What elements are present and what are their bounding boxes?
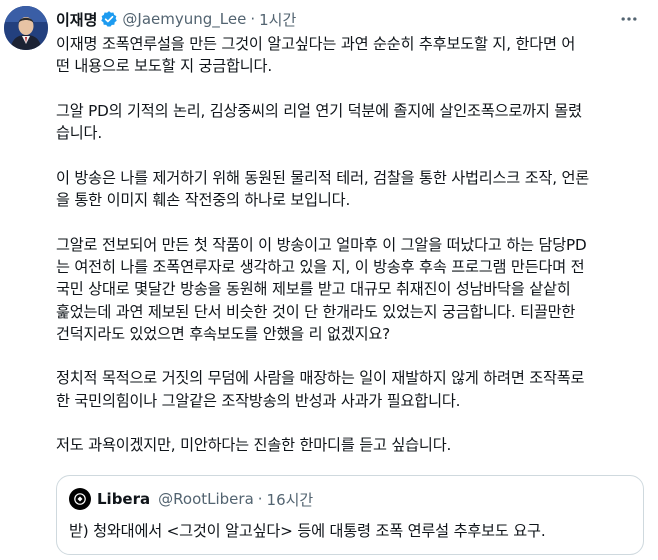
quoted-tweet[interactable]: Libera @RootLibera · 16시간 받) 청와대에서 <그것이 … <box>56 475 644 555</box>
text-line: 습니다. <box>56 124 102 143</box>
author-photo <box>4 6 48 50</box>
paragraph: 이재명 조폭연루설을 만든 그것이 알고싶다는 과연 순순히 추후보도할 지, … <box>56 33 646 78</box>
quoted-header-separator: · <box>257 490 263 508</box>
text-line: 이 방송은 나를 제거하기 위해 동원된 물리적 테러, 검찰을 통한 사법리스… <box>56 168 590 187</box>
text-line: 저도 과욕이겠지만, 미안하다는 진솔한 한마디를 듣고 싶습니다. <box>56 436 452 455</box>
paragraph: 이 방송은 나를 제거하기 위해 동원된 물리적 테러, 검찰을 통한 사법리스… <box>56 167 646 212</box>
more-horizontal-icon <box>621 17 637 21</box>
text-line: 그알 PD의 기적의 논리, 김상중씨의 리얼 연기 덕분에 졸지에 살인조폭으… <box>56 101 582 120</box>
author-handle[interactable]: @Jaemyung_Lee <box>122 10 246 28</box>
quoted-tweet-text: 받) 청와대에서 <그것이 알고싶다> 등에 대통령 조폭 연루설 추후보도 요… <box>69 522 546 540</box>
text-line: 국민 상대로 몇달간 방송을 동원해 제보를 받고 대규모 취재진이 성남바닥을… <box>56 280 571 299</box>
author-display-name[interactable]: 이재명 <box>56 9 97 30</box>
more-options-button[interactable] <box>614 6 644 32</box>
text-line: 훑었는데 과연 제보된 단서 비슷한 것이 단 한개라도 있었는지 궁금합니다.… <box>56 302 576 321</box>
verified-badge-icon <box>100 10 118 28</box>
paragraph: 정치적 목적으로 거짓의 무덤에 사람을 매장하는 일이 재발하지 않게 하려면… <box>56 367 646 412</box>
text-line: 떤 내용으로 보도할 지 궁금합니다. <box>56 57 272 76</box>
text-line: 을 통한 이미지 훼손 작전중의 하나로 보입니다. <box>56 191 351 210</box>
quoted-author-handle[interactable]: @RootLibera <box>158 490 254 508</box>
paragraph: 그알 PD의 기적의 논리, 김상중씨의 리얼 연기 덕분에 졸지에 살인조폭으… <box>56 100 646 145</box>
author-avatar[interactable] <box>4 6 48 50</box>
header-separator: · <box>250 10 256 28</box>
quoted-tweet-header: Libera @RootLibera · 16시간 <box>69 488 313 510</box>
tweet-header: 이재명 @Jaemyung_Lee · 1시간 <box>56 8 296 30</box>
libera-logo-icon[interactable] <box>69 488 91 510</box>
quoted-author-display-name[interactable]: Libera <box>97 490 150 508</box>
text-line: 이재명 조폭연루설을 만든 그것이 알고싶다는 과연 순순히 추후보도할 지, … <box>56 35 576 53</box>
tweet-text: 이재명 조폭연루설을 만든 그것이 알고싶다는 과연 순순히 추후보도할 지, … <box>56 33 646 457</box>
tweet[interactable]: 이재명 @Jaemyung_Lee · 1시간 이재명 조폭연루설을 만든 그것… <box>0 0 658 560</box>
quoted-tweet-timestamp[interactable]: 16시간 <box>267 489 314 510</box>
paragraph: 그알로 전보되어 만든 첫 작품이 이 방송이고 얼마후 이 그알을 떠났다고 … <box>56 234 646 345</box>
text-line: 한 국민의힘이나 그알같은 조작방송의 반성과 사과가 필요합니다. <box>56 391 461 410</box>
text-line: 그알로 전보되어 만든 첫 작품이 이 방송이고 얼마후 이 그알을 떠났다고 … <box>56 235 587 254</box>
text-line: 건덕지라도 있었으면 후속보도를 안했을 리 없겠지요? <box>56 324 390 343</box>
tweet-timestamp[interactable]: 1시간 <box>259 9 296 30</box>
paragraph: 저도 과욕이겠지만, 미안하다는 진솔한 한마디를 듣고 싶습니다. <box>56 434 646 456</box>
text-line: 정치적 목적으로 거짓의 무덤에 사람을 매장하는 일이 재발하지 않게 하려면… <box>56 369 585 388</box>
text-line: 는 여전히 나를 조폭연루자로 생각하고 있을 지, 이 방송후 후속 프로그램… <box>56 257 585 276</box>
